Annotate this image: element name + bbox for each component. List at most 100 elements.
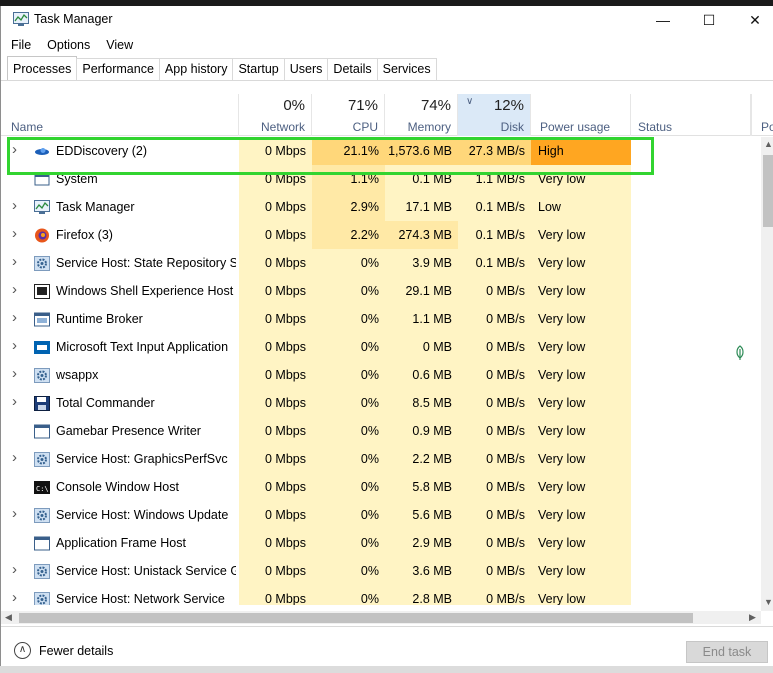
expand-chevron-icon[interactable]: ›	[12, 337, 22, 354]
network-value: 0 Mbps	[239, 417, 312, 445]
scroll-right-icon[interactable]: ▶	[749, 612, 756, 623]
process-row[interactable]: › Windows Shell Experience Host 0 Mbps 0% 29…	[1, 277, 761, 305]
network-value: 0 Mbps	[239, 305, 312, 333]
memory-value: 2.2 MB	[385, 445, 458, 473]
process-row[interactable]: › Service Host: Network Service 0 Mbps 0% 2.…	[1, 585, 761, 605]
expand-chevron-icon[interactable]: ›	[12, 449, 22, 466]
process-row[interactable]: › EDDiscovery (2) 0 Mbps 21.1% 1,573.6 MB 27.…	[1, 137, 761, 165]
process-row[interactable]: › Service Host: GraphicsPerfSvc 0 Mbps 0% 2.…	[1, 445, 761, 473]
process-row[interactable]: Application Frame Host 0 Mbps 0% 2.9 MB 0 MB…	[1, 529, 761, 557]
vertical-scrollbar[interactable]: ▲ ▼	[761, 137, 773, 611]
process-name: Application Frame Host	[56, 536, 186, 550]
process-row[interactable]: System 0 Mbps 1.1% 0.1 MB 1.1 MB/s Very low	[1, 165, 761, 193]
power-value: Very low	[531, 529, 631, 557]
cpu-value: 0%	[312, 277, 385, 305]
expand-chevron-icon[interactable]: ›	[12, 393, 22, 410]
tab-app-history[interactable]: App history	[158, 58, 234, 80]
console-icon: C:\	[34, 480, 50, 495]
minimize-button[interactable]: —	[640, 6, 686, 34]
power-value: Very low	[531, 361, 631, 389]
scroll-down-icon[interactable]: ▼	[764, 597, 773, 607]
process-name: Service Host: Windows Update	[56, 508, 229, 522]
disk-value: 0 MB/s	[458, 333, 531, 361]
process-row[interactable]: › Firefox (3) 0 Mbps 2.2% 274.3 MB 0.1 MB/s Ve…	[1, 221, 761, 249]
column-power-usage[interactable]: Power usage	[531, 94, 631, 136]
column-disk[interactable]: ∨ 12% Disk	[458, 94, 531, 136]
column-network[interactable]: 0% Network	[239, 94, 312, 136]
tab-processes[interactable]: Processes	[7, 56, 78, 80]
disk-value: 0 MB/s	[458, 361, 531, 389]
process-row[interactable]: › Microsoft Text Input Application 0 Mbps 0…	[1, 333, 761, 361]
disk-total: 12%	[493, 97, 524, 114]
tab-startup[interactable]: Startup	[232, 58, 285, 80]
menu-file[interactable]: File	[1, 36, 37, 54]
disk-value: 0 MB/s	[458, 585, 531, 605]
shell-host-icon	[34, 284, 50, 299]
column-cpu[interactable]: 71% CPU	[312, 94, 385, 136]
tab-details[interactable]: Details	[327, 58, 378, 80]
process-row[interactable]: › Service Host: Windows Update 0 Mbps 0% 5.6…	[1, 501, 761, 529]
process-row[interactable]: › Runtime Broker 0 Mbps 0% 1.1 MB 0 MB/s Very …	[1, 305, 761, 333]
expand-chevron-icon[interactable]: ›	[12, 225, 22, 242]
column-status[interactable]: Status	[631, 94, 751, 136]
tab-performance[interactable]: Performance	[76, 58, 160, 80]
network-value: 0 Mbps	[239, 165, 312, 193]
tab-services[interactable]: Services	[376, 58, 437, 80]
horizontal-scrollbar[interactable]: ◀ ▶	[1, 611, 761, 624]
scroll-left-icon[interactable]: ◀	[5, 612, 12, 623]
cpu-value: 0%	[312, 417, 385, 445]
menu-options[interactable]: Options	[37, 36, 96, 54]
process-row[interactable]: › Task Manager 0 Mbps 2.9% 17.1 MB 0.1 MB/s Lo…	[1, 193, 761, 221]
expand-chevron-icon[interactable]: ›	[12, 505, 22, 522]
column-power-usage-trend[interactable]: Po	[751, 94, 773, 136]
expand-chevron-icon[interactable]: ›	[12, 365, 22, 382]
process-row[interactable]: › Total Commander 0 Mbps 0% 8.5 MB 0 MB/s Very…	[1, 389, 761, 417]
window-title: Task Manager	[34, 12, 113, 26]
column-memory[interactable]: 74% Memory	[385, 94, 458, 136]
menu-view[interactable]: View	[96, 36, 139, 54]
fewer-details-link[interactable]: Fewer details	[39, 644, 113, 658]
process-row[interactable]: › Service Host: Unistack Service G... 0 Mb…	[1, 557, 761, 585]
network-value: 0 Mbps	[239, 333, 312, 361]
expand-chevron-icon[interactable]: ›	[12, 141, 22, 158]
power-value: High	[531, 137, 631, 165]
close-button[interactable]: ✕	[732, 6, 773, 34]
gear-icon	[34, 368, 50, 383]
power-value: Very low	[531, 585, 631, 605]
horizontal-scroll-thumb[interactable]	[19, 613, 693, 623]
system-window-icon	[34, 172, 50, 187]
chevron-up-icon[interactable]: ∧	[14, 642, 31, 659]
end-task-button[interactable]: End task	[686, 641, 768, 663]
text-input-icon	[34, 340, 50, 355]
expand-chevron-icon[interactable]: ›	[12, 197, 22, 214]
vertical-scroll-thumb[interactable]	[763, 155, 773, 227]
memory-value: 0.1 MB	[385, 165, 458, 193]
expand-chevron-icon[interactable]: ›	[12, 561, 22, 578]
memory-value: 3.9 MB	[385, 249, 458, 277]
column-name[interactable]: Name	[1, 94, 239, 136]
process-row[interactable]: › Service Host: State Repository S... 0 Mb…	[1, 249, 761, 277]
expand-chevron-icon[interactable]: ›	[12, 281, 22, 298]
svg-text:C:\: C:\	[36, 485, 49, 493]
process-row[interactable]: Gamebar Presence Writer 0 Mbps 0% 0.9 MB 0 M…	[1, 417, 761, 445]
maximize-button[interactable]: ☐	[686, 6, 732, 34]
power-value: Very low	[531, 249, 631, 277]
tab-users[interactable]: Users	[283, 58, 329, 80]
floppy-disk-icon	[34, 396, 50, 411]
cpu-value: 0%	[312, 529, 385, 557]
process-name: Service Host: State Repository S...	[56, 256, 236, 270]
menu-bar: File Options View	[1, 36, 139, 54]
memory-value: 3.6 MB	[385, 557, 458, 585]
process-row[interactable]: › wsappx 0 Mbps 0% 0.6 MB 0 MB/s Very low	[1, 361, 761, 389]
expand-chevron-icon[interactable]: ›	[12, 253, 22, 270]
footer-divider	[1, 626, 773, 627]
column-header: Name 0% Network 71% CPU 74% Memory ∨ 12%…	[1, 94, 773, 136]
process-row[interactable]: C:\ Console Window Host 0 Mbps 0% 5.8 MB 0 MB…	[1, 473, 761, 501]
memory-value: 29.1 MB	[385, 277, 458, 305]
scroll-up-icon[interactable]: ▲	[764, 139, 773, 149]
disk-value: 27.3 MB/s	[458, 137, 531, 165]
sort-descending-icon: ∨	[466, 96, 474, 107]
expand-chevron-icon[interactable]: ›	[12, 589, 22, 605]
title-bar[interactable]: Task Manager — ☐ ✕	[1, 6, 773, 34]
expand-chevron-icon[interactable]: ›	[12, 309, 22, 326]
